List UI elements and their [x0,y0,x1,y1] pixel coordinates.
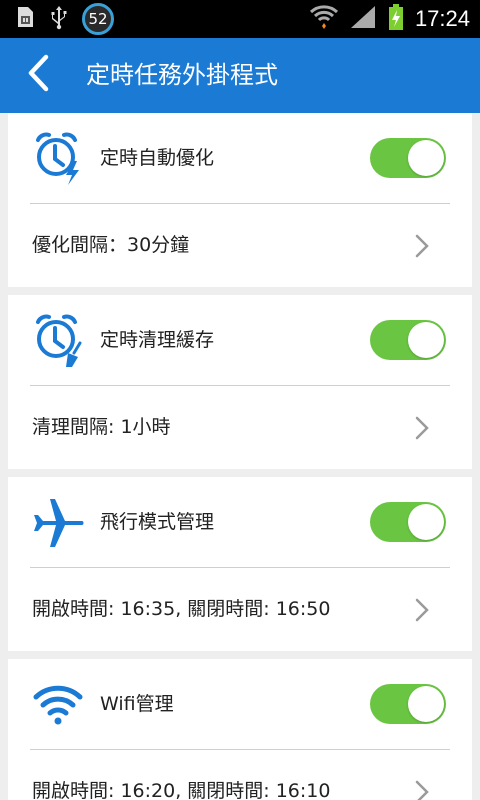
alarm-bolt-icon [30,131,86,187]
task-detail-row[interactable]: 優化間隔：30分鐘 [8,204,472,287]
task-detail-text: 開啟時間: 16:20, 關閉時間: 16:10 [32,780,331,800]
task-list[interactable]: 定時自動優化 優化間隔：30分鐘 定時清理緩存 清理間隔: 1小時 飛行模式管理… [0,113,480,800]
sim-card-icon [14,5,36,33]
app-bar: 定時任務外掛程式 [0,38,480,113]
task-title: 定時自動優化 [100,147,215,169]
status-bar: 52 17:24 [0,0,480,38]
task-row: 定時清理緩存 [8,295,472,385]
back-button[interactable] [18,54,58,96]
toggle-switch[interactable] [370,502,446,542]
task-row: Wifi管理 [8,659,472,749]
task-row: 定時自動優化 [8,113,472,203]
wifi-icon [309,4,339,34]
signal-icon [349,4,377,34]
usb-icon [48,4,70,34]
task-detail-text: 清理間隔: 1小時 [32,416,171,438]
task-title: 定時清理緩存 [100,329,215,351]
alarm-broom-icon [30,313,86,369]
chevron-right-icon [412,779,432,800]
toggle-switch[interactable] [370,138,446,178]
status-time: 17:24 [414,6,470,31]
chevron-right-icon [412,415,432,441]
chevron-right-icon [412,233,432,259]
airplane-icon [30,495,86,551]
task-row: 飛行模式管理 [8,477,472,567]
chevron-right-icon [412,597,432,623]
toggle-switch[interactable] [370,320,446,360]
task-card-auto-optimize: 定時自動優化 優化間隔：30分鐘 [8,113,472,287]
wifi-icon [30,677,86,733]
task-card-clear-cache: 定時清理緩存 清理間隔: 1小時 [8,295,472,469]
task-card-airplane-mode: 飛行模式管理 開啟時間: 16:35, 關閉時間: 16:50 [8,477,472,651]
task-title: Wifi管理 [100,693,174,715]
notification-count-badge: 52 [82,3,114,35]
page-title: 定時任務外掛程式 [86,61,278,89]
task-card-wifi: Wifi管理 開啟時間: 16:20, 關閉時間: 16:10 [8,659,472,800]
task-detail-row[interactable]: 開啟時間: 16:35, 關閉時間: 16:50 [8,568,472,651]
task-detail-row[interactable]: 開啟時間: 16:20, 關閉時間: 16:10 [8,750,472,800]
task-detail-row[interactable]: 清理間隔: 1小時 [8,386,472,469]
task-detail-text: 優化間隔：30分鐘 [32,234,190,256]
battery-charging-icon [387,3,405,35]
chevron-left-icon [26,54,50,96]
toggle-switch[interactable] [370,684,446,724]
task-detail-text: 開啟時間: 16:35, 關閉時間: 16:50 [32,598,331,620]
task-title: 飛行模式管理 [100,511,215,533]
